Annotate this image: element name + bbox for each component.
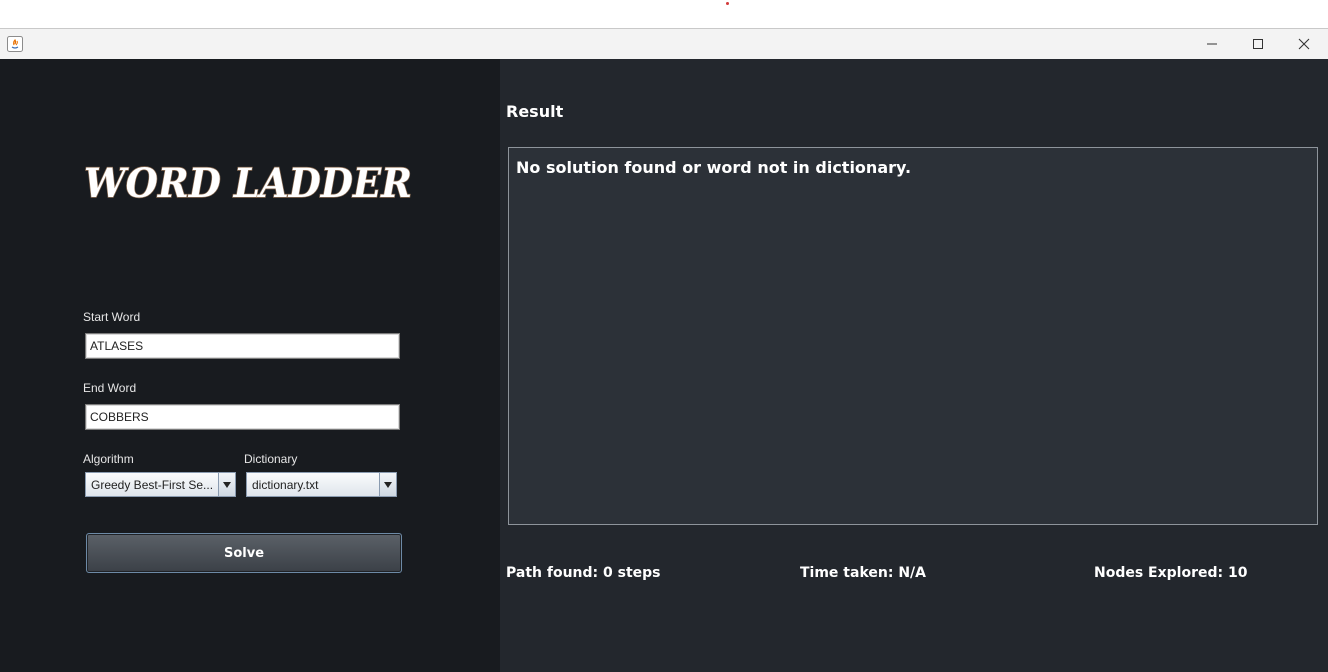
algorithm-label: Algorithm: [83, 452, 134, 466]
algorithm-selected-value: Greedy Best-First Se...: [91, 478, 214, 492]
chevron-down-icon: [384, 478, 392, 492]
maximize-icon: [1252, 35, 1264, 54]
app-logo-text: WORD LADDER: [84, 160, 412, 207]
dictionary-selected-value: dictionary.txt: [252, 478, 319, 492]
algorithm-dropdown-arrow[interactable]: [218, 473, 235, 496]
algorithm-select[interactable]: Greedy Best-First Se...: [85, 472, 236, 497]
time-taken-stat: Time taken: N/A: [800, 565, 926, 581]
nodes-explored-stat: Nodes Explored: 10: [1094, 565, 1248, 581]
solve-button[interactable]: Solve: [86, 533, 402, 573]
start-word-label: Start Word: [83, 310, 141, 324]
title-bar: [0, 29, 1328, 59]
desktop-background: [0, 0, 1328, 28]
chevron-down-icon: [223, 478, 231, 492]
start-word-input[interactable]: [85, 333, 400, 359]
result-output-area[interactable]: No solution found or word not in diction…: [508, 147, 1318, 525]
result-panel: Result No solution found or word not in …: [500, 59, 1328, 672]
close-button[interactable]: [1281, 29, 1327, 59]
close-icon: [1298, 35, 1310, 54]
minimize-icon: [1206, 35, 1218, 54]
end-word-label: End Word: [83, 381, 137, 395]
result-title: Result: [506, 102, 564, 121]
java-app-icon: [7, 36, 23, 52]
input-panel: WORD LADDER Start Word End Word Algorith…: [0, 59, 500, 672]
app-logo: WORD LADDER: [83, 159, 412, 207]
app-window: WORD LADDER Start Word End Word Algorith…: [0, 28, 1328, 672]
end-word-input[interactable]: [85, 404, 400, 430]
maximize-button[interactable]: [1235, 29, 1281, 59]
result-message: No solution found or word not in diction…: [516, 158, 912, 177]
dictionary-select[interactable]: dictionary.txt: [246, 472, 397, 497]
dictionary-label: Dictionary: [244, 452, 298, 466]
cursor-dot: [726, 2, 729, 5]
minimize-button[interactable]: [1189, 29, 1235, 59]
path-found-stat: Path found: 0 steps: [506, 565, 661, 581]
dictionary-dropdown-arrow[interactable]: [379, 473, 396, 496]
